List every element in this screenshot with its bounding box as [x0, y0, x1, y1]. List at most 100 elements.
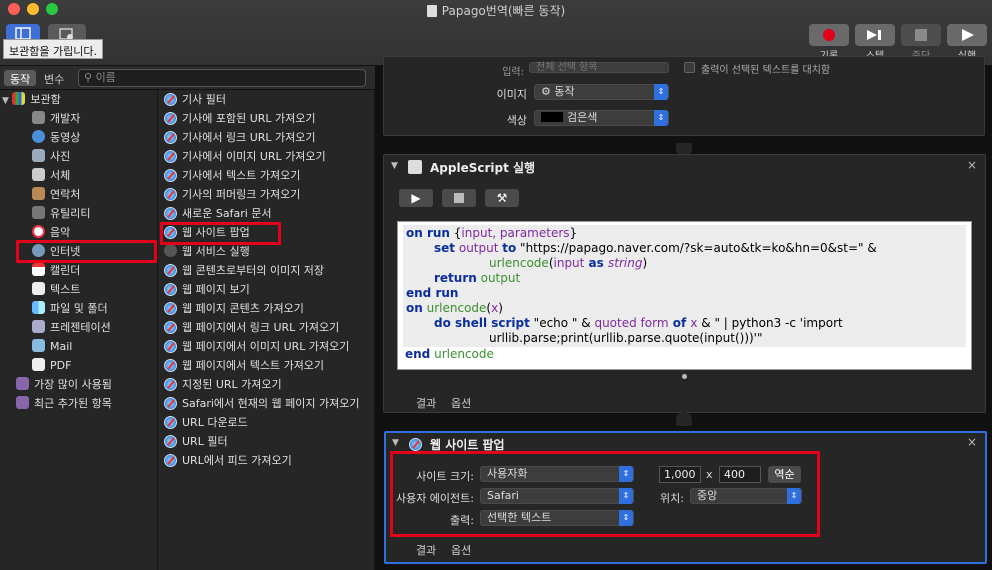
- category-contacts[interactable]: 연락처: [32, 185, 80, 204]
- smart-folder-icon: [16, 396, 29, 409]
- category-files-folders[interactable]: 파일 및 폴더: [32, 299, 108, 318]
- stop-button[interactable]: [901, 24, 941, 46]
- tab-options[interactable]: 옵션: [451, 542, 471, 558]
- code-line: end run: [406, 286, 459, 300]
- compile-script-button[interactable]: ⚒: [485, 189, 519, 207]
- image-popup-value: 동작: [554, 85, 575, 98]
- action-item[interactable]: 기사의 퍼머링크 가져오기: [164, 185, 300, 204]
- category-photos[interactable]: 사진: [32, 147, 70, 166]
- color-popup-value: 검은색: [567, 111, 598, 124]
- category-mail[interactable]: Mail: [32, 337, 72, 356]
- internet-highlight: [16, 240, 157, 263]
- category-movies[interactable]: 동영상: [32, 128, 80, 147]
- image-popup[interactable]: ⚙ 동작 ⇕: [534, 84, 669, 100]
- record-button[interactable]: [809, 24, 849, 46]
- safari-icon: [164, 188, 177, 201]
- category-library[interactable]: ▼ 보관함: [2, 90, 61, 109]
- action-label: URL에서 피드 가져오기: [182, 454, 292, 467]
- category-label: PDF: [50, 359, 72, 372]
- tab-results[interactable]: 결과: [416, 395, 436, 411]
- action-item[interactable]: 웹 콘텐츠로부터의 이미지 저장: [164, 261, 324, 280]
- run-script-button[interactable]: ▶: [399, 189, 433, 207]
- action-item[interactable]: URL 필터: [164, 432, 228, 451]
- code-line: urllib.parse;print(urllib.parse.quote(in…: [489, 331, 763, 345]
- tab-options[interactable]: 옵션: [451, 395, 471, 411]
- safari-icon: [164, 264, 177, 277]
- window-title: Papago번역(빠른 동작): [0, 2, 992, 19]
- action-item[interactable]: Safari에서 현재의 웹 페이지 가져오기: [164, 394, 359, 413]
- safari-icon: [164, 131, 177, 144]
- tab-actions[interactable]: 동작: [4, 70, 37, 86]
- action-item[interactable]: 웹 페이지에서 링크 URL 가져오기: [164, 318, 339, 337]
- image-label: 이미지: [496, 88, 527, 101]
- category-presentations[interactable]: 프레젠테이션: [32, 318, 111, 337]
- utilities-icon: [32, 206, 45, 219]
- category-text[interactable]: 텍스트: [32, 280, 80, 299]
- code-line: on urlencode(x): [406, 301, 503, 315]
- action-item[interactable]: 새로운 Safari 문서: [164, 204, 272, 223]
- safari-icon: [164, 378, 177, 391]
- tab-variables[interactable]: 변수: [38, 70, 70, 86]
- action-item[interactable]: 웹 페이지 콘텐츠 가져오기: [164, 299, 304, 318]
- document-icon: [426, 5, 437, 17]
- category-recently-added[interactable]: 최근 추가된 항목: [16, 394, 112, 413]
- category-developer[interactable]: 개발자: [32, 109, 80, 128]
- action-item[interactable]: 기사에 포함된 URL 가져오기: [164, 109, 316, 128]
- disclosure-down-icon[interactable]: ▼: [391, 161, 398, 171]
- action-item[interactable]: 웹 페이지 보기: [164, 280, 250, 299]
- action-item[interactable]: URL 다운로드: [164, 413, 248, 432]
- code-line: do shell script "echo " & quoted form of…: [434, 316, 843, 330]
- category-calendar[interactable]: 캘린더: [32, 261, 80, 280]
- photos-icon: [32, 149, 45, 162]
- smart-folder-icon: [16, 377, 29, 390]
- action-item[interactable]: 기사에서 텍스트 가져오기: [164, 166, 300, 185]
- tab-results[interactable]: 결과: [416, 542, 436, 558]
- category-label: 가장 많이 사용됨: [34, 378, 112, 391]
- search-icon: ⚲: [84, 71, 93, 84]
- safari-icon: [164, 283, 177, 296]
- category-most-used[interactable]: 가장 많이 사용됨: [16, 375, 112, 394]
- connector: [676, 412, 692, 426]
- run-button[interactable]: [947, 24, 987, 46]
- action-item[interactable]: 지정된 URL 가져오기: [164, 375, 282, 394]
- action-item[interactable]: 기사에서 이미지 URL 가져오기: [164, 147, 326, 166]
- replace-checkbox[interactable]: [684, 62, 695, 73]
- input-popup[interactable]: 전체 선택 항목: [529, 62, 669, 73]
- category-label: 파일 및 폴더: [50, 302, 108, 315]
- safari-icon: [164, 340, 177, 353]
- resize-handle[interactable]: [682, 374, 687, 379]
- code-line: on run {input, parameters}: [406, 226, 578, 240]
- action-item[interactable]: URL에서 피드 가져오기: [164, 451, 292, 470]
- action-label: 웹 페이지에서 이미지 URL 가져오기: [182, 340, 350, 353]
- close-icon[interactable]: ×: [967, 435, 977, 449]
- category-label: 음악: [50, 226, 71, 239]
- code-line: end urlencode: [405, 347, 494, 361]
- code-line: urlencode(input as string): [489, 256, 648, 270]
- gear-icon: ⚙: [541, 85, 551, 98]
- safari-icon: [164, 93, 177, 106]
- safari-icon: [164, 112, 177, 125]
- contacts-icon: [32, 187, 45, 200]
- chevron-updown-icon: ⇕: [654, 110, 668, 126]
- script-icon: [408, 160, 422, 174]
- disclosure-down-icon[interactable]: ▼: [392, 438, 399, 448]
- category-utilities[interactable]: 유틸리티: [32, 204, 90, 223]
- search-input[interactable]: ⚲ 이름: [78, 69, 366, 87]
- category-fonts[interactable]: 서체: [32, 166, 70, 185]
- movies-icon: [32, 130, 45, 143]
- action-item[interactable]: 웹 페이지에서 텍스트 가져오기: [164, 356, 324, 375]
- automator-robot-icon: [164, 244, 177, 257]
- category-label: 최근 추가된 항목: [34, 397, 112, 410]
- stop-script-button[interactable]: [442, 189, 476, 207]
- color-popup[interactable]: 검은색 ⇕: [534, 110, 669, 126]
- color-swatch: [541, 112, 563, 122]
- action-label: Safari에서 현재의 웹 페이지 가져오기: [182, 397, 360, 410]
- action-item[interactable]: 기사 필터: [164, 90, 226, 109]
- action-item[interactable]: 기사에서 링크 URL 가져오기: [164, 128, 316, 147]
- safari-icon: [164, 302, 177, 315]
- step-button[interactable]: [855, 24, 895, 46]
- category-pdf[interactable]: PDF: [32, 356, 71, 375]
- close-icon[interactable]: ×: [967, 158, 977, 172]
- script-editor[interactable]: on run {input, parameters} set output to…: [397, 221, 972, 370]
- action-item[interactable]: 웹 페이지에서 이미지 URL 가져오기: [164, 337, 349, 356]
